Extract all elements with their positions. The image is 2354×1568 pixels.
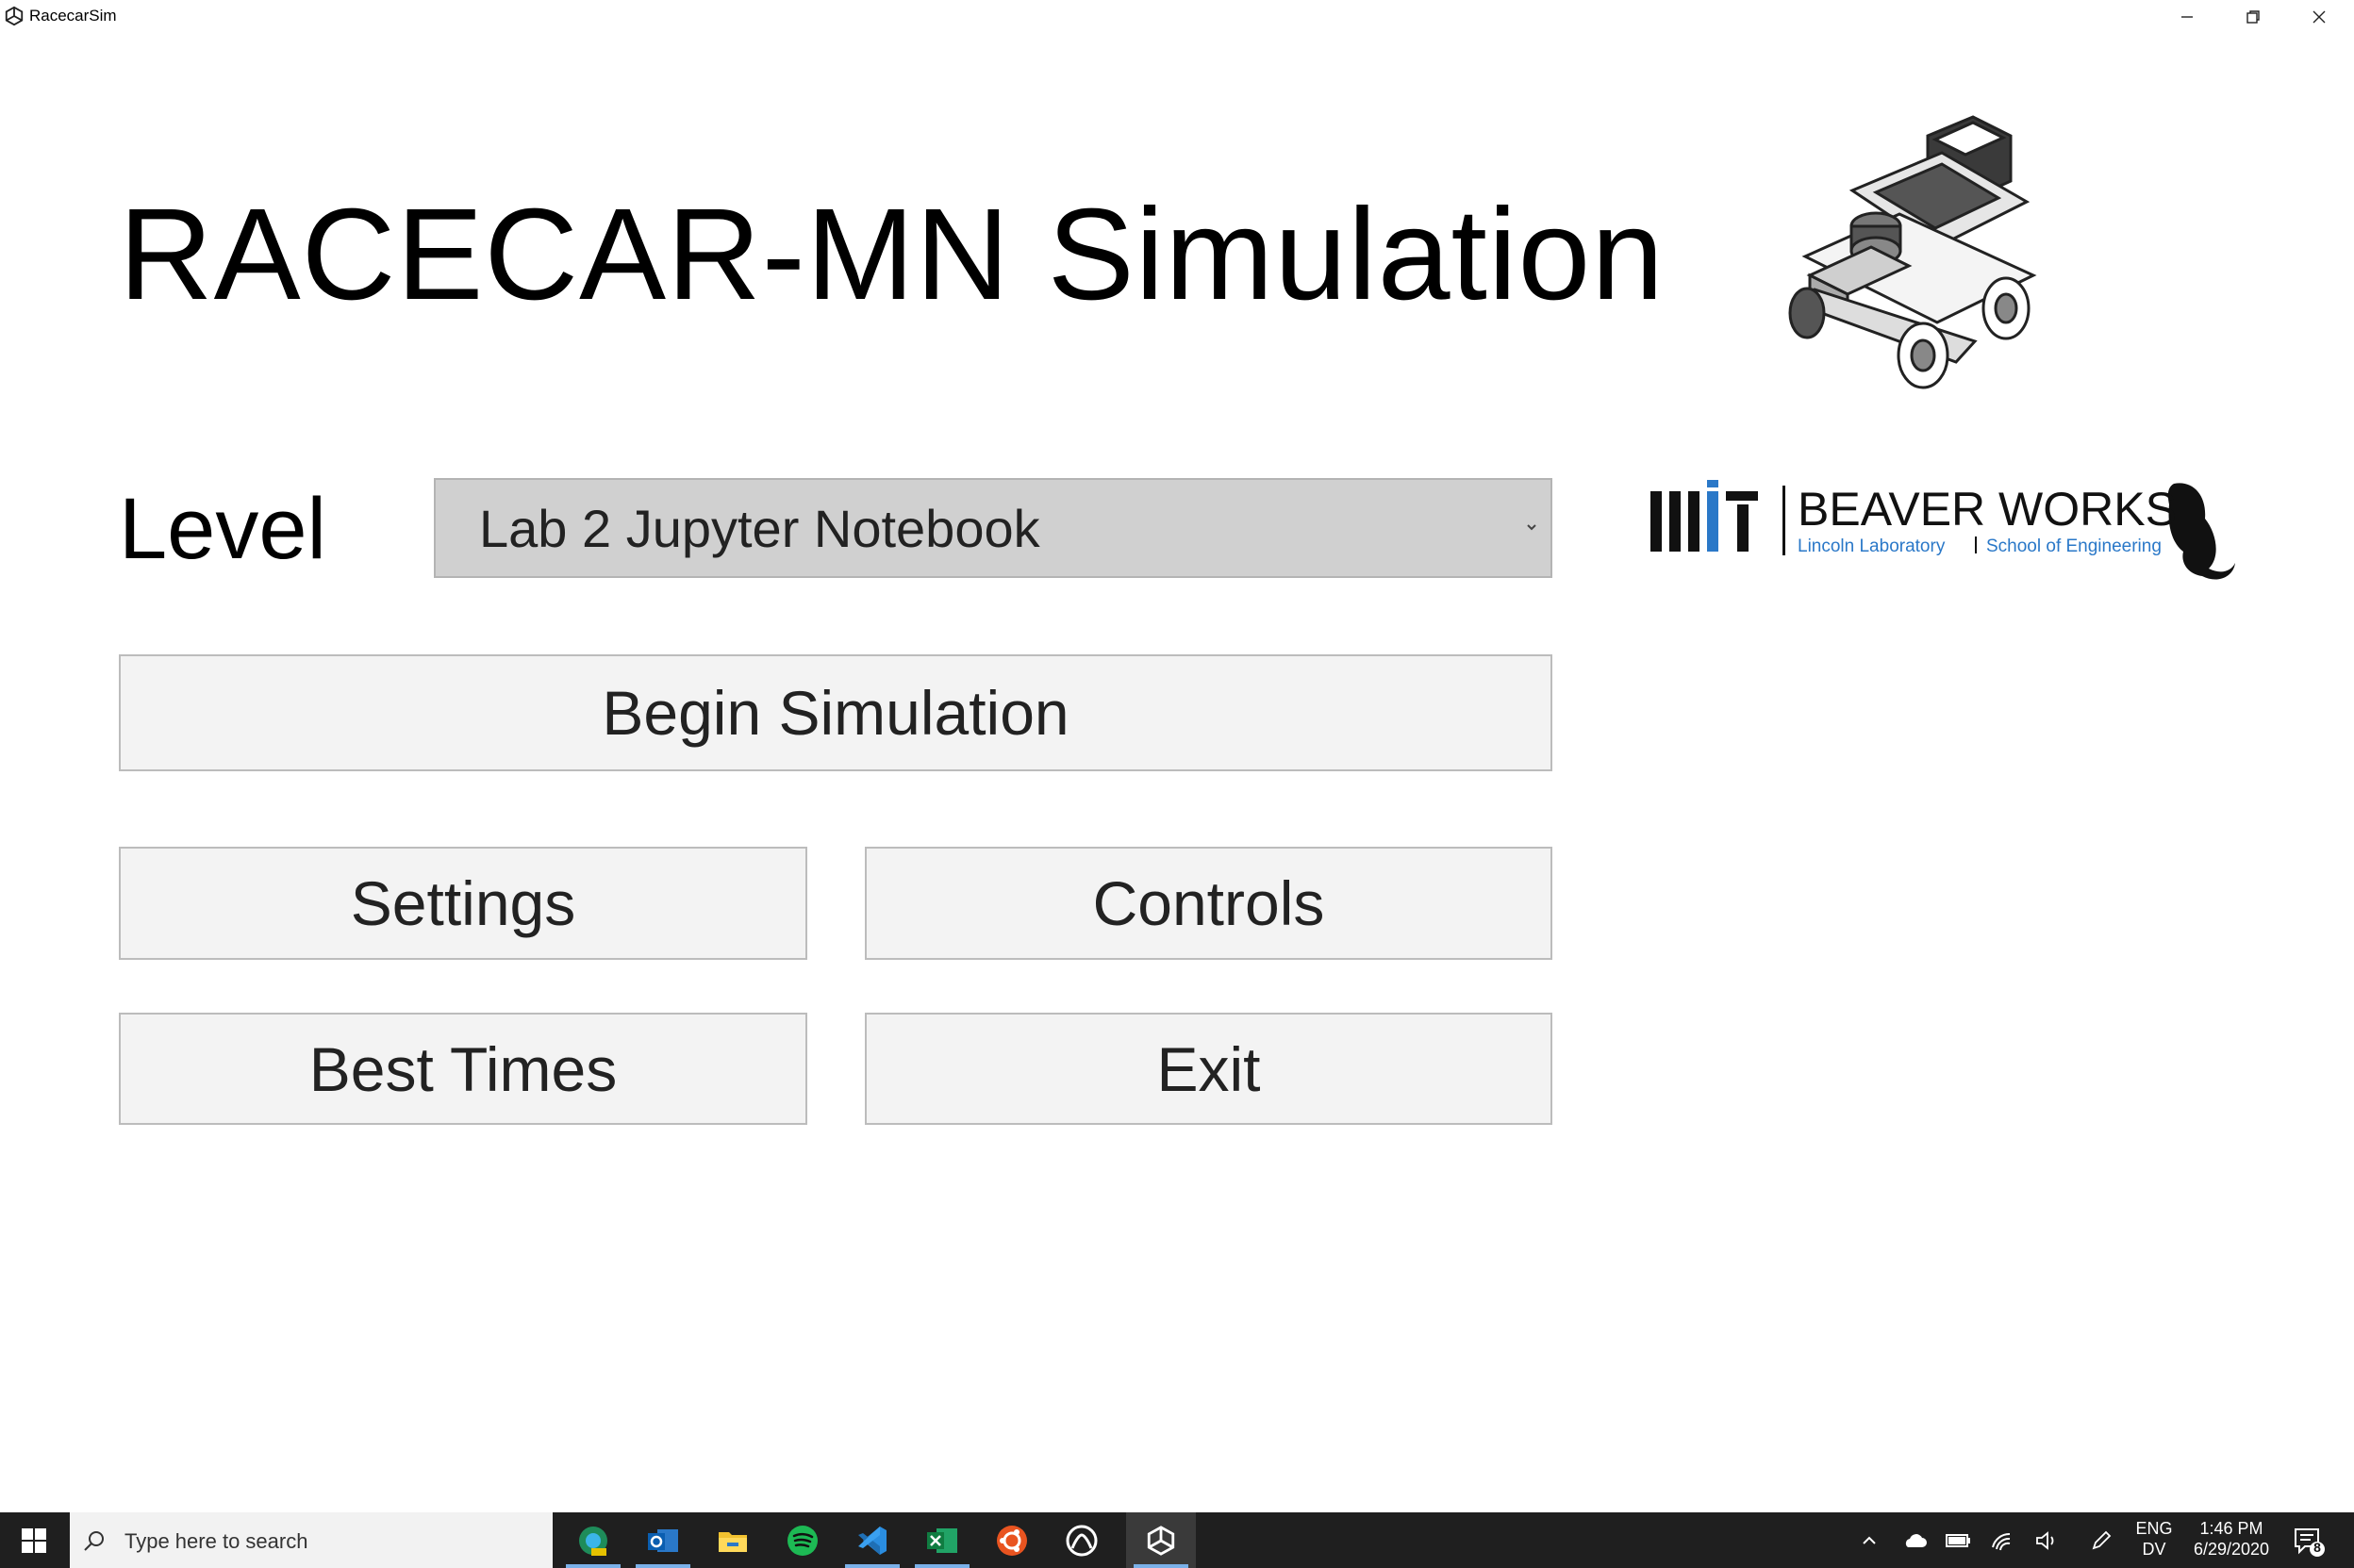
taskbar: Type here to search ENG DV 1:46 PM 6/29/…: [0, 1512, 2354, 1568]
settings-button[interactable]: Settings: [119, 847, 807, 960]
mit-beaver-works-logo: BEAVER WORKSLincoln Laboratory School of …: [1650, 480, 2235, 580]
begin-simulation-button[interactable]: Begin Simulation: [119, 654, 1552, 771]
edge-dev-icon: [579, 1526, 607, 1556]
outlook-icon: [648, 1528, 678, 1552]
close-button[interactable]: [2286, 0, 2352, 34]
windows-icon: [22, 1527, 46, 1553]
clock-date: 6/29/2020: [2193, 1540, 2270, 1559]
start-button[interactable]: [0, 1512, 68, 1568]
show-hidden-icons-button[interactable]: [1856, 1527, 1882, 1554]
unity-icon: [1147, 1525, 1175, 1556]
action-center-button[interactable]: 8: [2292, 1524, 2326, 1558]
running-indicator: [1134, 1564, 1188, 1568]
running-indicator: [845, 1564, 900, 1568]
logo-sub-left: Lincoln Laboratory: [1798, 536, 1946, 556]
logo-sub-right: School of Engineering: [1986, 536, 2162, 556]
volume-icon: [2036, 1531, 2054, 1550]
exit-button[interactable]: Exit: [865, 1013, 1552, 1125]
input-language[interactable]: ENG DV: [2124, 1518, 2184, 1560]
battery-icon: [1946, 1534, 1970, 1547]
restore-button[interactable]: [2220, 0, 2286, 34]
taskbar-vscode[interactable]: [837, 1512, 907, 1568]
search-icon: [84, 1531, 104, 1551]
level-dropdown[interactable]: Lab 2 Jupyter Notebook: [434, 478, 1552, 578]
wifi-icon: [1992, 1532, 2011, 1551]
battery-tray[interactable]: [1945, 1527, 1971, 1554]
title-bar: RacecarSim: [0, 0, 2354, 34]
clock-time: 1:46 PM: [2199, 1519, 2263, 1538]
vscode-icon: [858, 1526, 887, 1555]
volume-tray[interactable]: [2033, 1527, 2060, 1554]
taskbar-excel[interactable]: [907, 1512, 977, 1568]
cloud-icon: [1905, 1534, 1927, 1547]
lang-code: ENG: [2135, 1519, 2173, 1538]
page-title: RACECAR-MN Simulation: [119, 182, 1665, 327]
chevron-down-icon: [1527, 524, 1536, 531]
minimize-button[interactable]: [2154, 0, 2220, 34]
taskbar-unity[interactable]: [1126, 1512, 1196, 1568]
clock[interactable]: 1:46 PM 6/29/2020: [2184, 1518, 2279, 1560]
controls-button[interactable]: Controls: [865, 847, 1552, 960]
window-title: RacecarSim: [29, 7, 117, 25]
taskbar-edge-dev[interactable]: [558, 1512, 628, 1568]
racecar-illustration: [1788, 115, 2037, 389]
keyboard-layout: DV: [2142, 1540, 2166, 1559]
chevron-up-icon: [1863, 1536, 1876, 1544]
taskbar-search[interactable]: Type here to search: [70, 1512, 553, 1568]
running-indicator: [566, 1564, 621, 1568]
taskbar-xbox[interactable]: [1047, 1512, 1117, 1568]
ubuntu-icon: [997, 1525, 1027, 1556]
notification-count: 8: [2313, 1540, 2321, 1555]
spotify-icon: [787, 1525, 818, 1556]
onedrive-tray[interactable]: [1901, 1527, 1928, 1554]
logo-sub-separator: [1975, 536, 1977, 553]
pen-icon: [2092, 1530, 2112, 1550]
taskbar-file-explorer[interactable]: [698, 1512, 768, 1568]
taskbar-spotify[interactable]: [768, 1512, 837, 1568]
pen-tray[interactable]: [2088, 1527, 2114, 1554]
restore-icon: [2246, 10, 2260, 24]
running-indicator: [915, 1564, 970, 1568]
logo-brand-text: BEAVER WORKS: [1798, 483, 2177, 536]
minimize-icon: [2181, 16, 2193, 18]
level-label: Level: [119, 481, 326, 577]
taskbar-outlook[interactable]: [628, 1512, 698, 1568]
best-times-button[interactable]: Best Times: [119, 1013, 807, 1125]
taskbar-ubuntu[interactable]: [977, 1512, 1047, 1568]
search-placeholder: Type here to search: [124, 1529, 308, 1553]
unity-icon: [5, 6, 24, 26]
xbox-icon: [1066, 1525, 1098, 1556]
level-selected-value: Lab 2 Jupyter Notebook: [479, 499, 1040, 558]
file-explorer-icon: [719, 1531, 747, 1552]
close-icon: [2313, 10, 2326, 24]
excel-icon: [927, 1527, 957, 1553]
running-indicator: [636, 1564, 690, 1568]
network-tray[interactable]: [1990, 1527, 2016, 1554]
